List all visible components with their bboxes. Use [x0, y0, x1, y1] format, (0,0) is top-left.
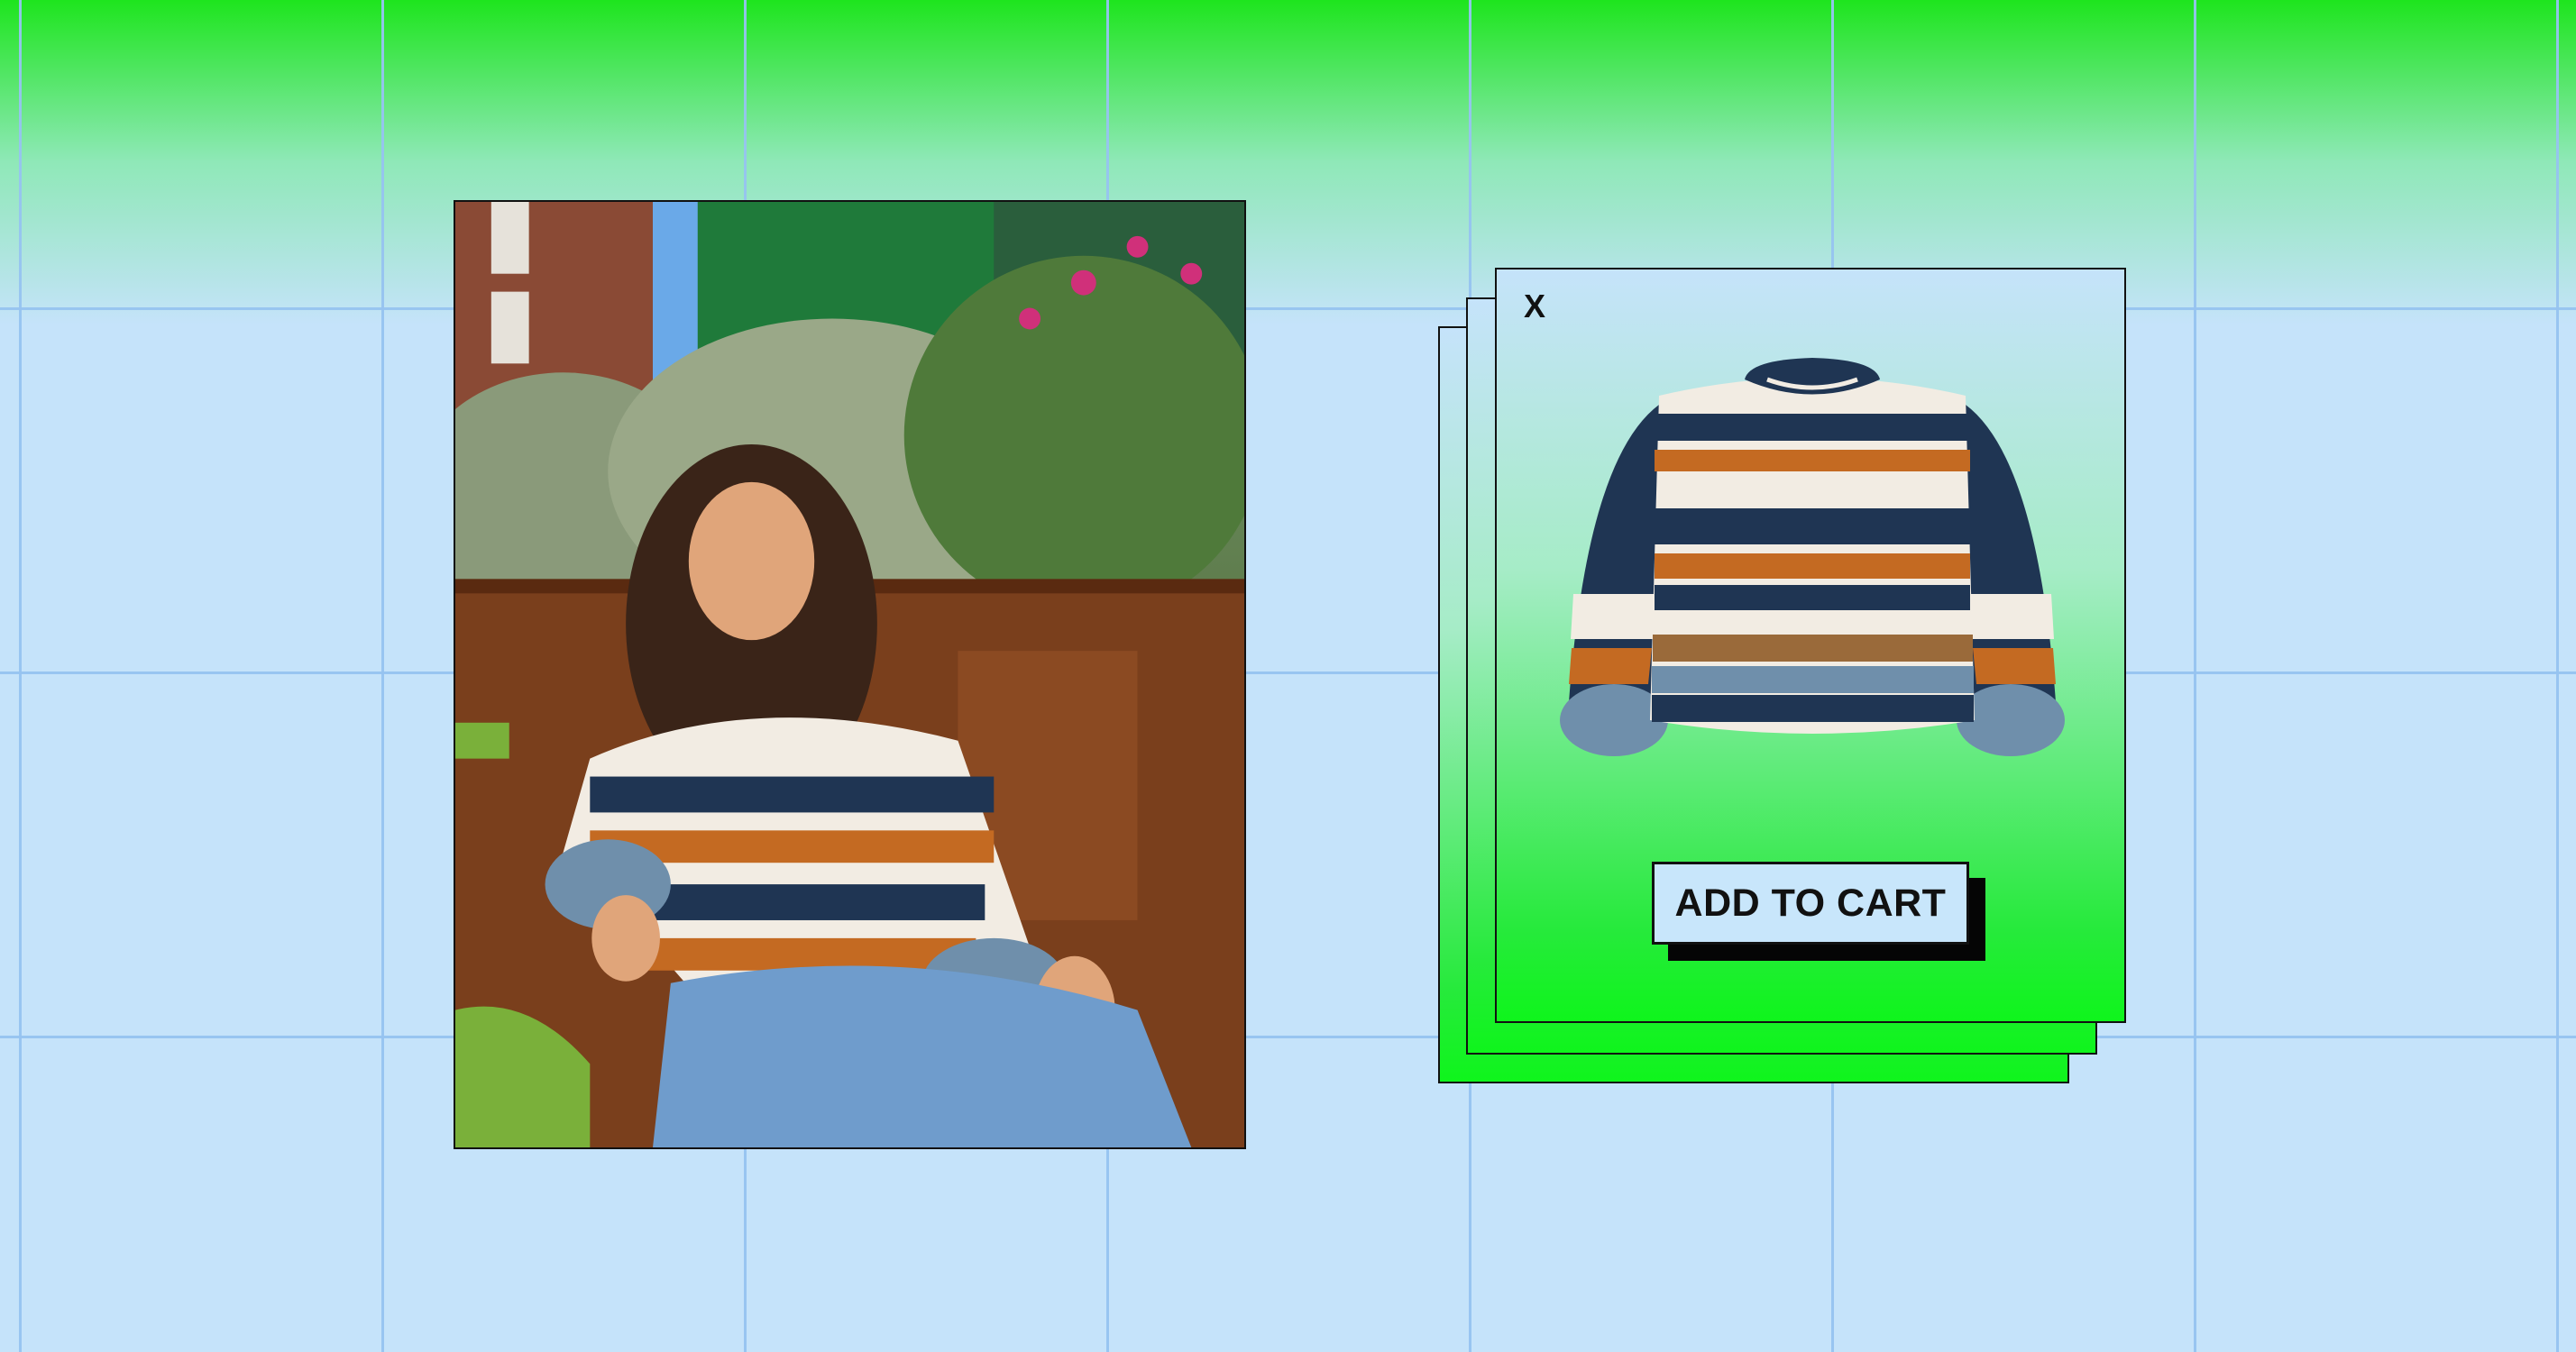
- lifestyle-photo: [454, 200, 1246, 1149]
- sweater-product-image: [1551, 324, 2074, 792]
- add-to-cart-button[interactable]: ADD TO CART: [1652, 862, 1969, 945]
- product-card: X ADD TO CART: [1495, 268, 2126, 1023]
- striped-sweater-icon: [1560, 358, 2065, 756]
- lifestyle-photo-illustration: [455, 202, 1244, 1147]
- add-to-cart-group: ADD TO CART: [1652, 862, 1985, 961]
- grid-overlay: [0, 0, 2576, 1352]
- close-button[interactable]: X: [1524, 288, 1545, 325]
